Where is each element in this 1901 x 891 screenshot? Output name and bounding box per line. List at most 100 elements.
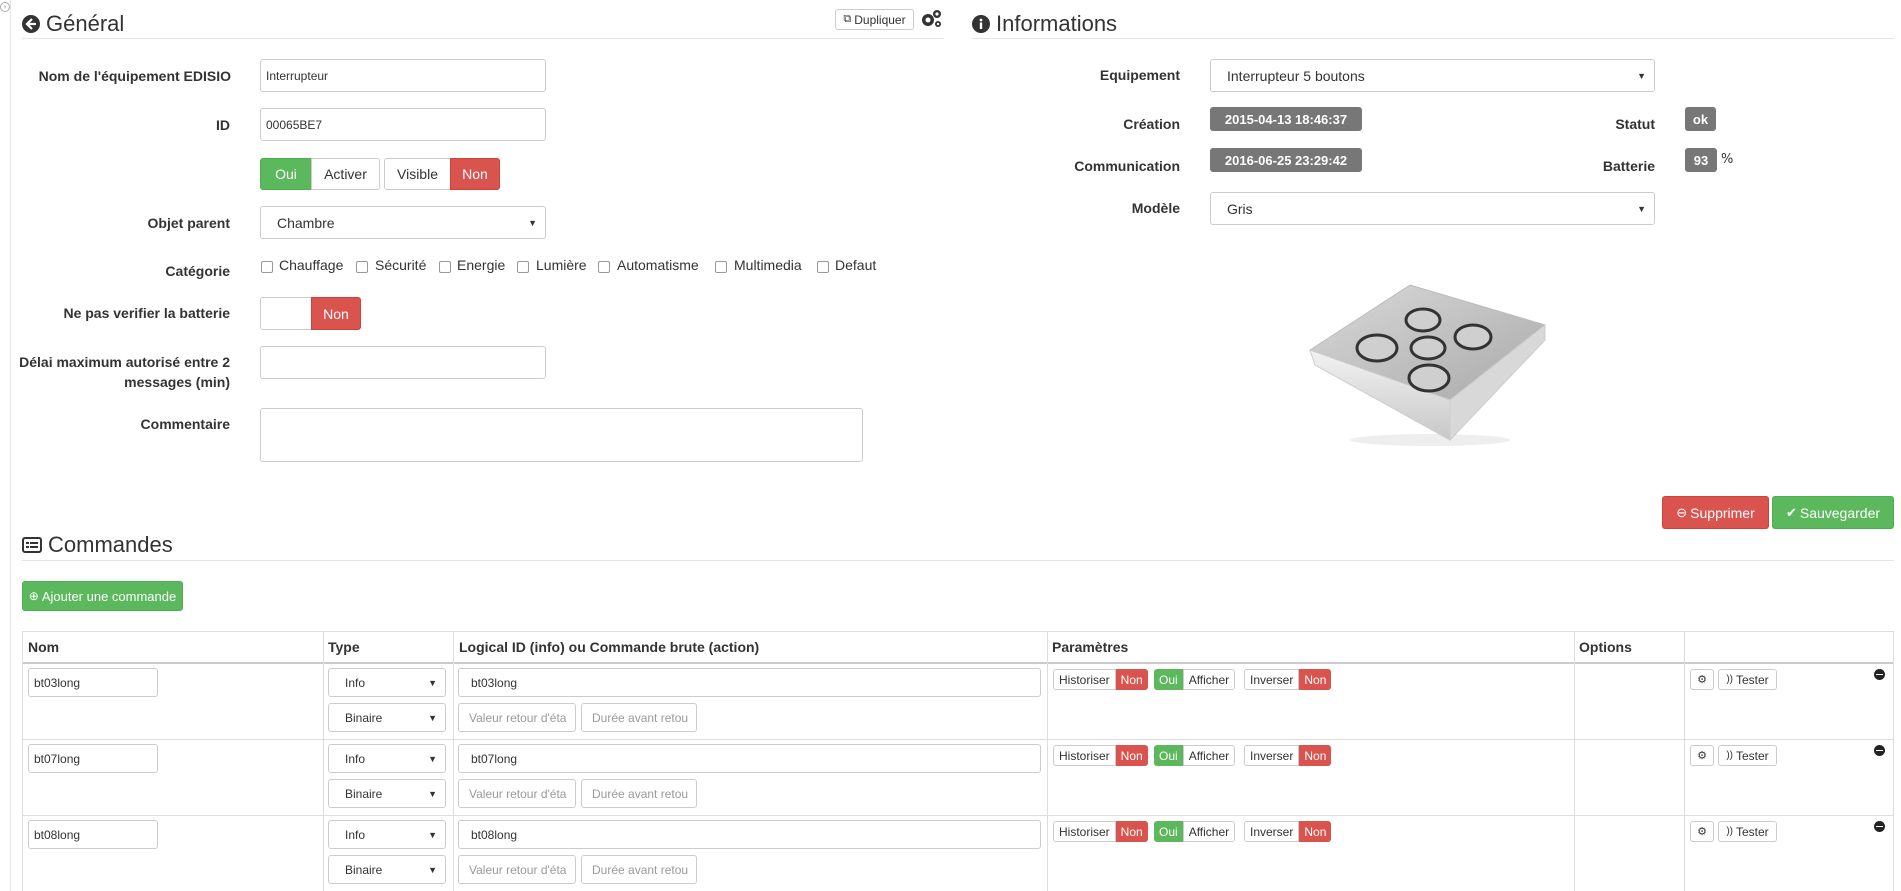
command-subtype-select[interactable]: Binaire ▼: [328, 855, 446, 884]
info-icon: [972, 15, 990, 33]
comment-textarea[interactable]: [260, 408, 863, 462]
command-type-select[interactable]: Info ▼: [328, 668, 446, 697]
chevron-down-icon: ▼: [428, 829, 437, 840]
battery-toggle-off[interactable]: [260, 297, 312, 330]
category-checkbox-chauffage[interactable]: [261, 261, 273, 273]
command-type-select[interactable]: Info ▼: [328, 820, 446, 849]
chevron-down-icon: ▼: [1637, 70, 1646, 81]
category-checkbox-securite[interactable]: [356, 261, 368, 273]
category-label-lumiere: Lumière: [536, 257, 587, 273]
category-checkbox-automatisme[interactable]: [598, 261, 610, 273]
activate-button[interactable]: Activer: [311, 158, 380, 190]
creation-label: Création: [1123, 116, 1180, 132]
command-config-button[interactable]: ⚙: [1690, 669, 1714, 690]
gears-icon[interactable]: [919, 8, 943, 30]
command-logical-id-field[interactable]: bt07long: [458, 744, 1041, 773]
info-title: Informations: [996, 11, 1118, 36]
command-config-button[interactable]: ⚙: [1690, 745, 1714, 766]
command-subtype-select[interactable]: Binaire ▼: [328, 779, 446, 808]
delay-label-line2: messages (min): [124, 374, 230, 390]
gears-icon: ⚙: [1697, 826, 1707, 838]
remove-command-icon[interactable]: [1874, 669, 1885, 680]
visible-no-button[interactable]: Non: [450, 158, 500, 190]
back-arrow-icon[interactable]: [22, 15, 40, 33]
category-checkbox-lumiere[interactable]: [517, 261, 529, 273]
equipment-select-value: Interrupteur 5 boutons: [1227, 67, 1365, 84]
command-type-select[interactable]: Info ▼: [328, 744, 446, 773]
chevron-down-icon: ▼: [428, 753, 437, 764]
table-row-divider: [22, 815, 1894, 816]
communication-badge: 2016-06-25 23:29:42: [1210, 148, 1362, 172]
rss-icon: )): [1726, 826, 1733, 837]
command-type-value: Info: [345, 827, 366, 842]
save-button[interactable]: ✔ Sauvegarder: [1772, 496, 1894, 529]
command-test-button[interactable]: )) Tester: [1718, 821, 1777, 842]
command-subtype-value: Binaire: [345, 710, 383, 725]
equipment-select[interactable]: Interrupteur 5 boutons ▼: [1210, 59, 1655, 92]
add-command-button[interactable]: ⊕ Ajouter une commande: [22, 581, 183, 611]
table-col-divider: [1047, 631, 1048, 891]
return-value-field[interactable]: Valeur retour d'éta: [458, 779, 576, 808]
command-type-value: Info: [345, 751, 366, 766]
return-value-field[interactable]: Valeur retour d'éta: [458, 855, 576, 884]
invert-toggle[interactable]: Inverser Non: [1244, 745, 1332, 766]
add-command-label: Ajouter une commande: [41, 588, 177, 604]
display-toggle[interactable]: Oui Afficher: [1154, 669, 1236, 690]
table-col-divider: [453, 631, 454, 891]
delay-field[interactable]: [260, 346, 546, 379]
parent-select-value: Chambre: [277, 214, 335, 231]
invert-no: Non: [1299, 745, 1332, 766]
chevron-down-icon: ▼: [1637, 203, 1646, 214]
plus-circle-icon: ⊕: [28, 589, 39, 603]
command-logical-id-field[interactable]: bt08long: [458, 820, 1041, 849]
chevron-down-icon: ▼: [428, 864, 437, 875]
command-name-field[interactable]: bt07long: [28, 744, 158, 773]
command-name-field[interactable]: bt08long: [28, 820, 158, 849]
model-label: Modèle: [1131, 200, 1180, 216]
table-col-divider: [323, 631, 324, 891]
activate-yes-button[interactable]: Oui: [260, 158, 312, 190]
display-toggle[interactable]: Oui Afficher: [1154, 821, 1236, 842]
return-delay-field[interactable]: Durée avant retou: [581, 779, 697, 808]
historize-toggle[interactable]: Historiser Non: [1053, 669, 1148, 690]
gears-icon: ⚙: [1697, 674, 1707, 686]
command-name-field[interactable]: bt03long: [28, 668, 158, 697]
display-toggle[interactable]: Oui Afficher: [1154, 745, 1236, 766]
invert-toggle[interactable]: Inverser Non: [1244, 821, 1332, 842]
header-parametres: Paramètres: [1052, 639, 1129, 655]
category-checkbox-energie[interactable]: [439, 261, 451, 273]
delete-button[interactable]: ⊖ Supprimer: [1662, 496, 1769, 529]
model-select-value: Gris: [1227, 200, 1253, 217]
command-subtype-value: Binaire: [345, 862, 383, 877]
gears-icon: ⚙: [1697, 750, 1707, 762]
historize-toggle[interactable]: Historiser Non: [1053, 821, 1148, 842]
return-delay-field[interactable]: Durée avant retou: [581, 855, 697, 884]
category-checkbox-defaut[interactable]: [817, 261, 829, 273]
command-test-button[interactable]: )) Tester: [1718, 669, 1777, 690]
comment-label: Commentaire: [140, 416, 230, 432]
return-delay-field[interactable]: Durée avant retou: [581, 703, 697, 732]
parent-select[interactable]: Chambre ▼: [260, 206, 546, 239]
test-label: Tester: [1735, 748, 1769, 763]
model-select[interactable]: Gris ▼: [1210, 192, 1655, 225]
visible-button[interactable]: Visible: [384, 158, 451, 190]
header-logical-id: Logical ID (info) ou Commande brute (act…: [459, 639, 760, 655]
list-icon: [22, 537, 42, 553]
invert-toggle[interactable]: Inverser Non: [1244, 669, 1332, 690]
delete-label: Supprimer: [1690, 504, 1755, 521]
battery-toggle-no[interactable]: Non: [311, 297, 361, 330]
duplicate-button[interactable]: ⧉ Dupliquer: [835, 9, 914, 30]
command-logical-id-field[interactable]: bt03long: [458, 668, 1041, 697]
display-label: Afficher: [1182, 821, 1236, 842]
remove-command-icon[interactable]: [1874, 745, 1885, 756]
command-config-button[interactable]: ⚙: [1690, 821, 1714, 842]
command-test-button[interactable]: )) Tester: [1718, 745, 1777, 766]
id-field[interactable]: 00065BE7: [260, 108, 546, 141]
historize-toggle[interactable]: Historiser Non: [1053, 745, 1148, 766]
gutter-toggle-icon[interactable]: ›: [0, 2, 10, 12]
return-value-field[interactable]: Valeur retour d'éta: [458, 703, 576, 732]
name-field[interactable]: Interrupteur: [260, 59, 546, 92]
category-checkbox-multimedia[interactable]: [715, 261, 727, 273]
command-subtype-select[interactable]: Binaire ▼: [328, 703, 446, 732]
remove-command-icon[interactable]: [1874, 821, 1885, 832]
